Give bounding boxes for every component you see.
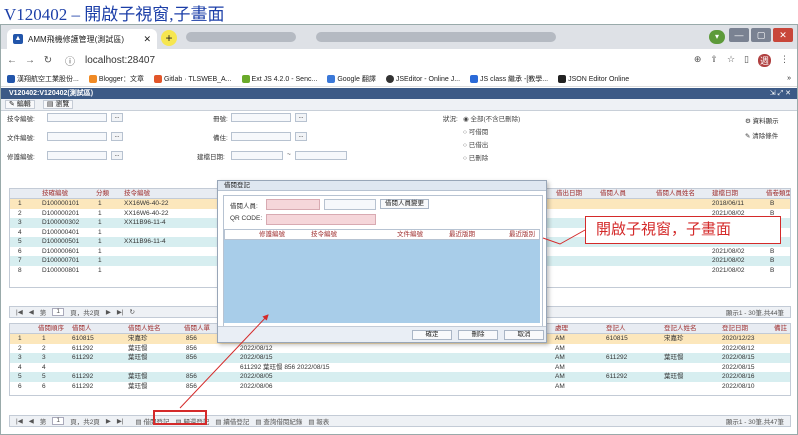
annotation-arrows bbox=[179, 229, 586, 409]
annotation-arrow bbox=[179, 314, 269, 409]
callout-pointer bbox=[542, 229, 586, 245]
